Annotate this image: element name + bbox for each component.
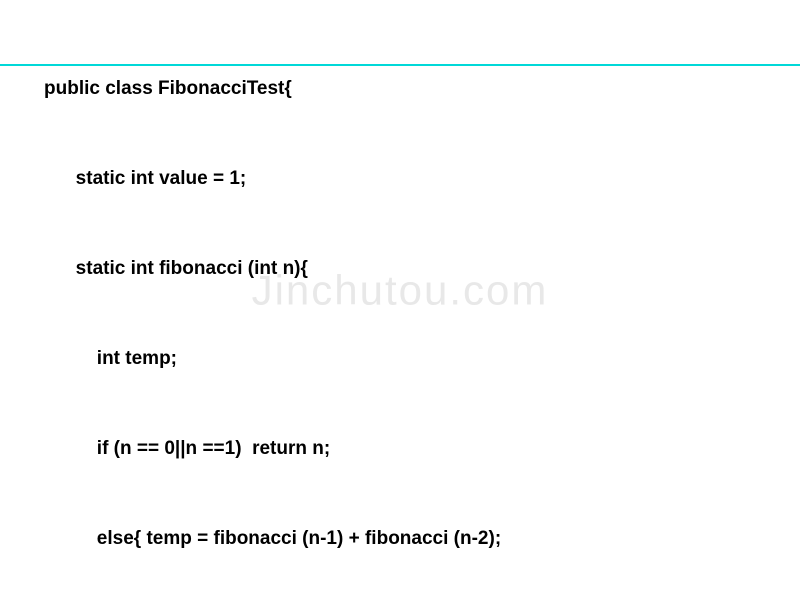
code-line: static int fibonacci (int n){ (44, 254, 780, 284)
code-line: static int value = 1; (44, 164, 780, 194)
code-line: int temp; (44, 344, 780, 374)
code-line: else{ temp = fibonacci (n-1) + fibonacci… (44, 524, 780, 554)
code-block: public class FibonacciTest{ static int v… (44, 14, 780, 600)
slide-page: Jinchutou.com public class FibonacciTest… (0, 0, 800, 600)
code-line: if (n == 0||n ==1) return n; (44, 434, 780, 464)
code-line: public class FibonacciTest{ (44, 74, 780, 104)
